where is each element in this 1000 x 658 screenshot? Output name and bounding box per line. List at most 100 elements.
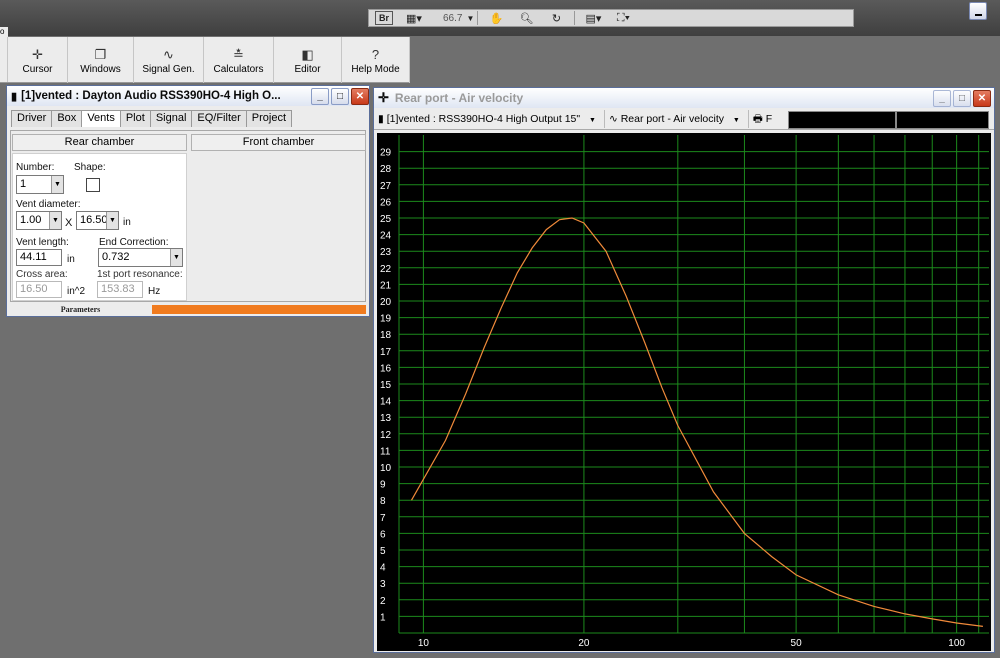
rear-chamber-button[interactable]: Rear chamber — [12, 134, 187, 151]
cursor-button[interactable]: ✛ Cursor — [8, 37, 68, 83]
vent-length-unit: in — [67, 254, 75, 265]
question-icon: ? — [371, 46, 380, 62]
windows-button[interactable]: ❐ Windows — [68, 37, 134, 83]
windows-icon: ❐ — [94, 46, 107, 62]
main-toolbar: ✛ Cursor ❐ Windows ∿ Signal Gen. ≛ Calcu… — [0, 37, 410, 83]
x-tick-label: 20 — [578, 638, 590, 649]
graph-window-titlebar[interactable]: ✛ Rear port - Air velocity _ □ ✕ — [374, 88, 994, 108]
calculators-button-label: Calculators — [213, 63, 264, 75]
y-tick-label: 24 — [380, 231, 392, 242]
calculators-button[interactable]: ≛ Calculators — [204, 37, 274, 83]
y-tick-label: 3 — [380, 579, 386, 590]
source-select[interactable]: ▮ [1]vented : RSS390HO-4 High Output 15"… — [374, 109, 605, 128]
rotate-tool-icon[interactable]: ↻ — [547, 11, 565, 25]
help-mode-button[interactable]: ? Help Mode — [342, 37, 410, 83]
y-tick-label: 17 — [380, 347, 392, 358]
vent-diameter-b-select[interactable]: 16.50 ▼ — [76, 211, 119, 230]
source-select-value: [1]vented : RSS390HO-4 High Output 15" — [386, 112, 581, 125]
signal-gen-button-label: Signal Gen. — [142, 63, 195, 75]
menu-edge: o — [0, 27, 8, 37]
cross-area-unit: in^2 — [67, 286, 86, 297]
minimize-button[interactable]: _ — [933, 89, 951, 107]
y-tick-label: 7 — [380, 513, 386, 524]
film-view-icon[interactable]: ▦▾ — [405, 11, 423, 25]
vent-length-field[interactable]: 44.11 — [16, 249, 62, 266]
tab-box[interactable]: Box — [51, 110, 83, 127]
minimize-icon: _ — [939, 92, 945, 104]
close-icon: ✕ — [977, 92, 987, 104]
tab-plot[interactable]: Plot — [119, 110, 151, 127]
status-strip: Parameters — [10, 304, 366, 315]
close-button[interactable]: ✕ — [351, 87, 369, 105]
screen-mode-icon[interactable]: ⛶▾ — [614, 11, 632, 25]
zoom-dropdown-icon[interactable]: ▼ — [466, 11, 475, 25]
chevron-down-icon[interactable]: ▼ — [51, 176, 63, 193]
chevron-down-icon[interactable]: ▼ — [106, 212, 118, 229]
chevron-down-icon: ▼ — [732, 116, 740, 124]
status-label: Parameters — [60, 305, 101, 314]
y-tick-label: 4 — [380, 563, 386, 574]
chevron-down-icon[interactable]: ▼ — [49, 212, 61, 229]
y-tick-label: 26 — [380, 197, 392, 208]
minimize-button[interactable]: _ — [311, 87, 329, 105]
parameters-window: ▮ [1]vented : Dayton Audio RSS390HO-4 Hi… — [6, 85, 370, 317]
zoom-tool-icon[interactable]: 🔍︎ — [517, 11, 535, 25]
readout-box — [788, 111, 896, 129]
windows-button-label: Windows — [80, 63, 121, 75]
print-button[interactable]: 🖶︎ F — [749, 110, 780, 128]
minimize-button[interactable] — [969, 2, 987, 20]
view-toolbar: Br ▦▾ 66.7 ▼ ✋ 🔍︎ ↻ ▤▾ ⛶▾ — [368, 9, 854, 27]
tab-driver[interactable]: Driver — [11, 110, 53, 127]
layout-icon[interactable]: ▤▾ — [584, 11, 602, 25]
tab-vents[interactable]: Vents — [81, 110, 121, 127]
y-tick-label: 18 — [380, 330, 392, 341]
tab-project[interactable]: Project — [245, 110, 293, 127]
y-tick-label: 9 — [380, 480, 386, 491]
y-tick-label: 19 — [380, 314, 392, 325]
end-correction-select[interactable]: 0.732 ▼ — [98, 248, 183, 267]
speaker-icon: ◧ — [301, 46, 314, 62]
graph-window: ✛ Rear port - Air velocity _ □ ✕ ▮ [1]ve… — [373, 87, 995, 653]
cross-area-field: 16.50 — [16, 281, 62, 298]
y-tick-label: 15 — [380, 380, 392, 391]
y-tick-label: 11 — [380, 446, 391, 457]
sine-wave-icon: ∿ — [163, 46, 174, 62]
close-button[interactable]: ✕ — [973, 89, 991, 107]
editor-button-label: Editor — [294, 63, 321, 75]
minimize-icon — [974, 14, 982, 16]
editor-button[interactable]: ◧ Editor — [274, 37, 342, 83]
maximize-button[interactable]: □ — [331, 87, 349, 105]
zoom-level[interactable]: 66.7 — [443, 13, 462, 24]
y-tick-label: 25 — [380, 214, 392, 225]
application-top-bar: Br ▦▾ 66.7 ▼ ✋ 🔍︎ ↻ ▤▾ ⛶▾ — [0, 0, 1000, 36]
vent-diameter-a-value: 1.00 — [20, 214, 42, 226]
graph-select[interactable]: ∿ Rear port - Air velocity ▼ — [605, 109, 749, 128]
graph-window-title: Rear port - Air velocity — [394, 91, 524, 105]
shape-selector[interactable] — [86, 178, 100, 192]
y-tick-label: 1 — [380, 612, 386, 623]
toolbar-grip — [0, 37, 8, 82]
y-tick-label: 2 — [380, 596, 386, 607]
end-correction-value: 0.732 — [102, 251, 130, 263]
port-resonance-label: 1st port resonance: — [97, 269, 183, 280]
chevron-down-icon: ▼ — [589, 116, 596, 124]
tab-signal[interactable]: Signal — [149, 110, 193, 127]
sine-wave-icon: ∿ — [608, 112, 621, 125]
y-tick-label: 29 — [380, 148, 392, 159]
number-select[interactable]: 1 ▼ — [16, 175, 64, 194]
signal-gen-button[interactable]: ∿ Signal Gen. — [134, 37, 204, 83]
air-velocity-chart[interactable]: 1234567891011121314151617181920212223242… — [377, 133, 991, 651]
chevron-down-icon[interactable]: ▼ — [170, 249, 182, 266]
chart-background — [377, 133, 991, 651]
tab-eq-filter[interactable]: EQ/Filter — [191, 110, 247, 127]
front-chamber-button[interactable]: Front chamber — [191, 134, 366, 151]
maximize-button[interactable]: □ — [953, 89, 971, 107]
window-doc-icon: ▮ — [11, 90, 18, 103]
port-resonance-unit: Hz — [148, 286, 161, 297]
bridge-icon[interactable]: Br — [375, 11, 393, 25]
hand-tool-icon[interactable]: ✋ — [487, 11, 505, 25]
y-tick-label: 16 — [380, 363, 392, 374]
parameters-window-titlebar[interactable]: ▮ [1]vented : Dayton Audio RSS390HO-4 Hi… — [7, 86, 369, 106]
vent-diameter-a-select[interactable]: 1.00 ▼ — [16, 211, 62, 230]
x-tick-label: 10 — [418, 638, 430, 649]
